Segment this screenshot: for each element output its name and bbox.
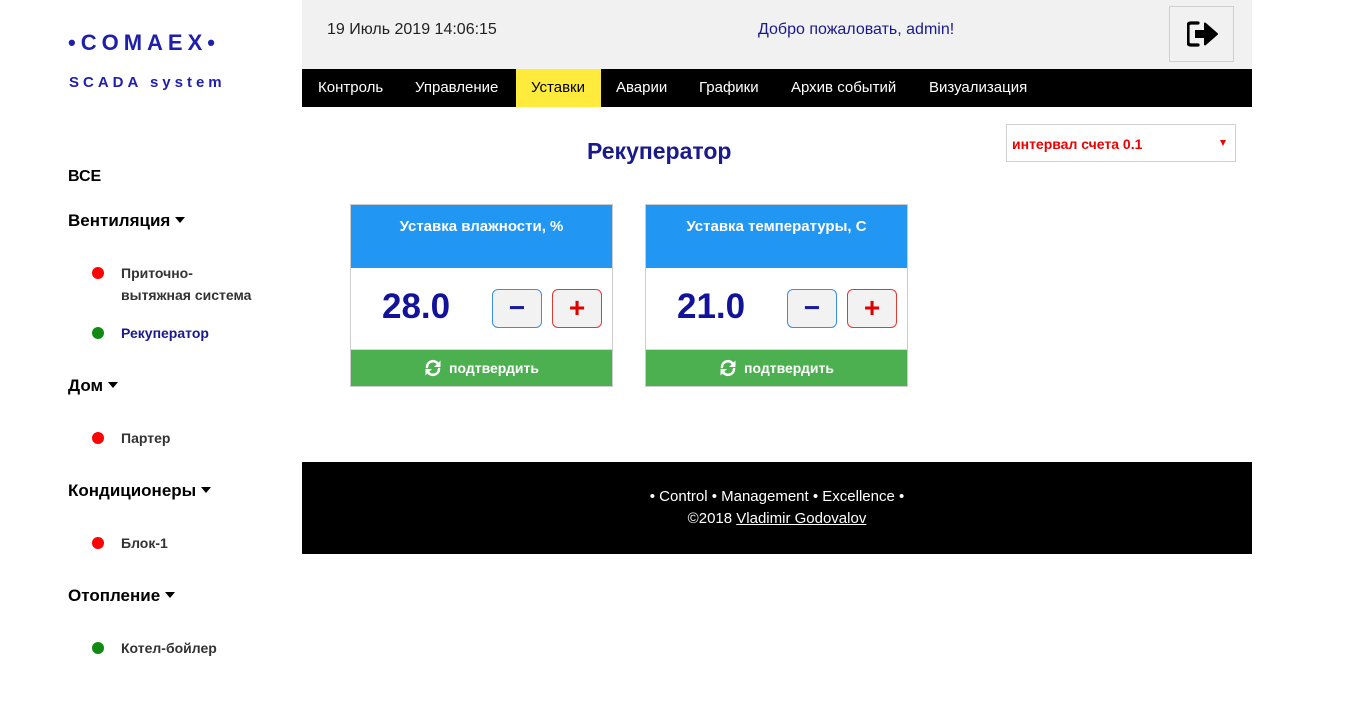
decrement-button[interactable]: −: [492, 289, 542, 328]
sidebar-item-parter[interactable]: Партер: [92, 427, 262, 449]
copyright-text: ©2018: [687, 510, 733, 527]
sidebar-item-block-1[interactable]: Блок-1: [92, 532, 262, 554]
welcome-message: Добро пожаловать, admin!: [758, 21, 955, 38]
decrement-button[interactable]: −: [787, 289, 837, 328]
sidebar-group-label: Дом: [68, 376, 104, 395]
footer-copyright: ©2018 Vladimir Godovalov: [302, 510, 1252, 527]
tab-event-archive[interactable]: Архив событий: [776, 69, 911, 107]
sidebar-item-label: Блок-1: [121, 535, 168, 551]
interval-select-value: интервал счета 0.1: [1012, 136, 1143, 152]
increment-button[interactable]: +: [552, 289, 602, 328]
app-logo: •COMAEX•: [68, 30, 220, 55]
tab-visualization[interactable]: Визуализация: [914, 69, 1042, 107]
sidebar-group-heating[interactable]: Отопление: [68, 586, 176, 606]
sidebar-group-ventilation[interactable]: Вентиляция: [68, 211, 186, 231]
caret-down-icon: [201, 487, 212, 493]
status-dot-icon: [92, 642, 104, 654]
caret-down-icon: [165, 592, 176, 598]
tab-control[interactable]: Контроль: [303, 69, 398, 107]
confirm-label: подтвердить: [449, 360, 539, 376]
caret-down-icon: [175, 217, 186, 223]
refresh-icon: [720, 359, 736, 377]
sidebar-all[interactable]: ВСЕ: [68, 168, 101, 186]
card-title: Уставка влажности, %: [351, 205, 612, 268]
confirm-label: подтвердить: [744, 360, 834, 376]
sidebar-group-label: Кондиционеры: [68, 481, 197, 500]
status-dot-icon: [92, 432, 104, 444]
setpoint-value: 21.0: [677, 287, 746, 326]
logout-button[interactable]: [1169, 6, 1234, 62]
sidebar-group-label: Вентиляция: [68, 211, 171, 230]
main-nav: Контроль Управление Уставки Аварии Графи…: [302, 69, 1252, 107]
top-bar: 19 Июль 2019 14:06:15 Добро пожаловать, …: [302, 0, 1252, 69]
footer: • Control • Management • Excellence • ©2…: [302, 462, 1252, 554]
tab-setpoints[interactable]: Уставки: [516, 69, 601, 107]
card-title: Уставка температуры, С: [646, 205, 907, 268]
app-subtitle: SCADA system: [69, 74, 226, 91]
confirm-button[interactable]: подтвердить: [646, 349, 907, 386]
tab-charts[interactable]: Графики: [684, 69, 774, 107]
sidebar-item-label: Партер: [121, 430, 171, 446]
sidebar-group-conditioners[interactable]: Кондиционеры: [68, 481, 212, 501]
status-dot-icon: [92, 267, 104, 279]
page-title: Рекуператор: [587, 138, 732, 164]
interval-select[interactable]: интервал счета 0.1: [1006, 124, 1236, 162]
datetime-display: 19 Июль 2019 14:06:15: [327, 21, 497, 38]
refresh-icon: [425, 359, 441, 377]
footer-tagline: • Control • Management • Excellence •: [649, 488, 905, 505]
sign-out-icon: [1187, 21, 1218, 47]
caret-down-icon: [108, 382, 119, 388]
sidebar-group-label: Отопление: [68, 586, 161, 605]
sidebar-item-label: Котел-бойлер: [121, 640, 217, 656]
sidebar-item-boiler[interactable]: Котел-бойлер: [92, 637, 262, 659]
setpoint-card-temperature: Уставка температуры, С 21.0 − + подтверд…: [645, 204, 908, 387]
setpoint-card-humidity: Уставка влажности, % 28.0 − + подтвердит…: [350, 204, 613, 387]
sidebar-item-recuperator[interactable]: Рекуператор: [92, 322, 262, 344]
setpoint-value: 28.0: [382, 287, 451, 326]
sidebar-group-house[interactable]: Дом: [68, 376, 119, 396]
increment-button[interactable]: +: [847, 289, 897, 328]
sidebar-item-supply-exhaust[interactable]: Приточно-вытяжная система: [92, 262, 262, 306]
status-dot-icon: [92, 327, 104, 339]
status-dot-icon: [92, 537, 104, 549]
caret-down-icon: [1220, 140, 1226, 146]
author-link[interactable]: Vladimir Godovalov: [736, 510, 866, 527]
tab-management[interactable]: Управление: [400, 69, 513, 107]
sidebar-item-label: Рекуператор: [121, 325, 209, 341]
sidebar-item-label: Приточно-вытяжная система: [121, 265, 252, 303]
tab-alarms[interactable]: Аварии: [601, 69, 682, 107]
confirm-button[interactable]: подтвердить: [351, 349, 612, 386]
